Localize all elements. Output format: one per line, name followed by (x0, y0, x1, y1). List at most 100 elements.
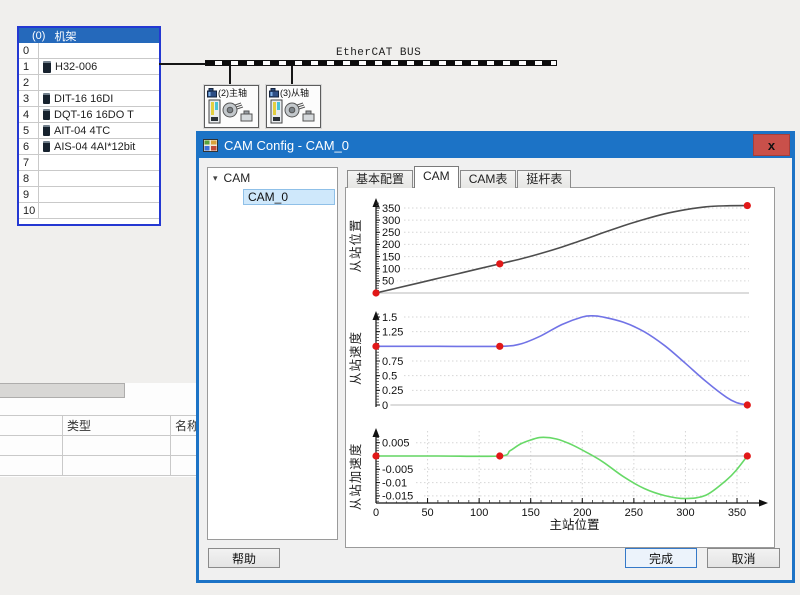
rack-slot-number: 8 (19, 171, 39, 186)
rack-slot-number: 1 (19, 59, 39, 74)
rack-row[interactable]: 10 (19, 203, 159, 219)
rack-table: (0) 机架 01H32-00623DIT-16 16DI4DQT-16 16D… (17, 26, 161, 226)
svg-text:50: 50 (382, 276, 394, 288)
cam-point-marker[interactable] (496, 452, 503, 459)
rack-module-label: AIS-04 4AI*12bit (39, 141, 135, 153)
tab-cam[interactable]: CAM (414, 166, 459, 188)
y-axis-label-slave-velocity: 从站速度 (348, 331, 363, 385)
finish-button[interactable]: 完成 (625, 548, 697, 568)
rack-slot-number: 0 (19, 43, 39, 58)
grid-col-type: 类型 (63, 416, 171, 435)
cam-curve-slave-position (376, 206, 747, 293)
tab-basic-config[interactable]: 基本配置 (347, 170, 413, 188)
svg-text:50: 50 (421, 507, 433, 519)
rack-module-label: AIT-04 4TC (39, 125, 110, 137)
svg-text:-0.015: -0.015 (382, 491, 413, 503)
rack-row[interactable]: 9 (19, 187, 159, 203)
y-axis-label-slave-position: 从站位置 (348, 218, 363, 272)
cancel-button[interactable]: 取消 (707, 548, 780, 568)
svg-text:100: 100 (470, 507, 488, 519)
help-button[interactable]: 帮助 (208, 548, 280, 568)
cam-chart-panel: 50100150200250300350从站位置00.250.50.751.25… (345, 187, 775, 548)
cam-point-marker[interactable] (496, 343, 503, 350)
rack-module-label: H32-006 (39, 61, 97, 73)
rack-slot-number: 5 (19, 123, 39, 138)
svg-text:300: 300 (676, 507, 694, 519)
rack-row[interactable]: 0 (19, 43, 159, 59)
tree-node-cam[interactable]: ▾ CAM (213, 171, 250, 185)
rack-slot-number: 6 (19, 139, 39, 154)
cam-point-marker[interactable] (744, 452, 751, 459)
rack-row[interactable]: 2 (19, 75, 159, 91)
rack-row[interactable]: 8 (19, 171, 159, 187)
svg-text:-0.01: -0.01 (382, 477, 407, 489)
cam-point-marker[interactable] (372, 289, 379, 296)
close-button[interactable]: x (753, 134, 790, 156)
rack-slot-number: 7 (19, 155, 39, 170)
cam-curve-slave-velocity (376, 316, 747, 405)
rack-slot-number: 2 (19, 75, 39, 90)
module-icon (43, 141, 50, 152)
svg-text:100: 100 (382, 264, 400, 276)
tab-tappet-table[interactable]: 挺杆表 (517, 170, 571, 188)
servo-motor-icons (270, 99, 317, 125)
module-icon (43, 93, 50, 104)
svg-text:150: 150 (382, 251, 400, 263)
dialog-icon (203, 139, 218, 152)
chart-slave-acceleration: 050100150200250300350主站位置0.005-0.005-0.0… (348, 428, 768, 532)
svg-text:主站位置: 主站位置 (549, 517, 599, 532)
rack-module-label: DIT-16 16DI (39, 93, 113, 105)
tab-cam-table[interactable]: CAM表 (460, 170, 517, 188)
collapsed-panel-bar (0, 383, 125, 398)
chart-slave-velocity: 00.250.50.751.251.5从站速度 (348, 311, 751, 412)
dialog-titlebar[interactable]: CAM Config - CAM_0 x (198, 133, 793, 158)
y-axis-label-slave-acceleration: 从站加速度 (348, 443, 363, 511)
rack-row[interactable]: 4DQT-16 16DO T (19, 107, 159, 123)
device-header: (3)从轴 (269, 87, 320, 98)
svg-text:350: 350 (728, 507, 746, 519)
cam-point-marker[interactable] (744, 401, 751, 408)
svg-text:150: 150 (522, 507, 540, 519)
bus-drop-line-2 (291, 66, 293, 85)
svg-text:-0.005: -0.005 (382, 464, 413, 476)
rack-row[interactable]: 1H32-006 (19, 59, 159, 75)
chevron-down-icon: ▾ (213, 173, 218, 184)
rack-row[interactable]: 7 (19, 155, 159, 171)
device-header: (2)主轴 (207, 87, 258, 98)
rack-slot-number: 3 (19, 91, 39, 106)
slave-device-icon (269, 88, 279, 98)
module-icon (43, 61, 51, 73)
svg-text:0.005: 0.005 (382, 438, 410, 450)
device-node-slave-axis[interactable]: (3)从轴 (266, 85, 321, 128)
cam-point-marker[interactable] (496, 260, 503, 267)
rack-header: (0) 机架 (19, 28, 159, 43)
cam-point-marker[interactable] (372, 452, 379, 459)
rack-row[interactable]: 6AIS-04 4AI*12bit (19, 139, 159, 155)
rack-header-index: (0) (32, 30, 45, 42)
cam-point-marker[interactable] (372, 343, 379, 350)
servo-motor-icons (208, 99, 255, 125)
tree-node-cam0-selected[interactable]: CAM_0 (243, 189, 335, 205)
svg-text:250: 250 (625, 507, 643, 519)
cam-charts: 50100150200250300350从站位置00.250.50.751.25… (346, 188, 774, 547)
svg-text:250: 250 (382, 227, 400, 239)
svg-text:1.25: 1.25 (382, 326, 403, 338)
bus-drop-line-1 (229, 66, 231, 85)
rack-slot-number: 10 (19, 203, 39, 218)
cam-point-marker[interactable] (744, 202, 751, 209)
svg-text:350: 350 (382, 203, 400, 215)
grid-col-empty (0, 416, 63, 435)
rack-header-title: 机架 (54, 28, 76, 44)
rack-row[interactable]: 5AIT-04 4TC (19, 123, 159, 139)
svg-text:0.75: 0.75 (382, 356, 403, 368)
module-icon (43, 125, 50, 136)
module-icon (43, 109, 50, 120)
device-node-master-axis[interactable]: (2)主轴 (204, 85, 259, 128)
svg-text:0: 0 (382, 400, 388, 412)
rack-row[interactable]: 3DIT-16 16DI (19, 91, 159, 107)
svg-text:0.25: 0.25 (382, 385, 403, 397)
ethercat-bus-line (205, 60, 557, 66)
svg-text:0: 0 (373, 507, 379, 519)
cam-curve-slave-acceleration (376, 437, 747, 498)
svg-text:1.5: 1.5 (382, 312, 397, 324)
